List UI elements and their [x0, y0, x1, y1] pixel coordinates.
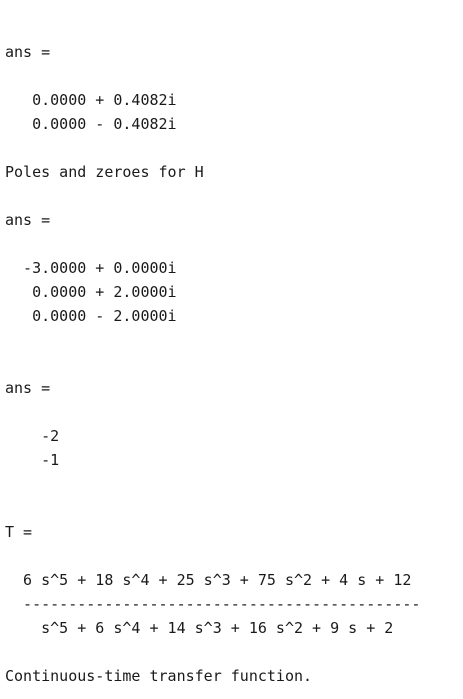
result-row: 0.0000 - 2.0000i	[5, 307, 177, 325]
ans-label-3: ans =	[5, 379, 51, 397]
result-row: 0.0000 + 2.0000i	[5, 283, 177, 301]
result-row: 0.0000 + 0.4082i	[5, 91, 177, 109]
result-row: 0.0000 - 0.4082i	[5, 115, 177, 133]
section-heading: Poles and zeroes for H	[5, 163, 204, 181]
ans-label-1: ans =	[5, 43, 51, 61]
result-row: -2	[5, 427, 60, 445]
transfer-function-label: T =	[5, 523, 33, 541]
ans-label-2: ans =	[5, 211, 51, 229]
transfer-footer: Continuous-time transfer function.	[5, 667, 313, 685]
command-window-output: ans = 0.0000 + 0.4082i 0.0000 - 0.4082i …	[5, 0, 463, 699]
result-row: -1	[5, 451, 60, 469]
transfer-denominator: s^5 + 6 s^4 + 14 s^3 + 16 s^2 + 9 s + 2	[5, 619, 394, 637]
transfer-divider: ----------------------------------------…	[5, 595, 421, 613]
result-row: -3.0000 + 0.0000i	[5, 259, 177, 277]
transfer-numerator: 6 s^5 + 18 s^4 + 25 s^3 + 75 s^2 + 4 s +…	[5, 571, 412, 589]
